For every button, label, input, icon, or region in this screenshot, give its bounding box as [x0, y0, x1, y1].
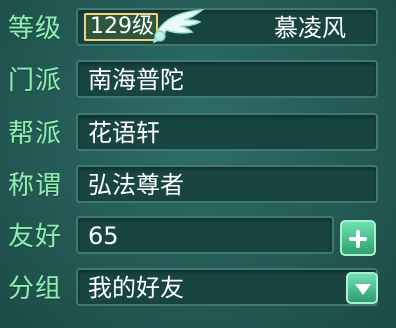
- sect-row: 门派 南海普陀: [0, 58, 396, 102]
- level-value: 129级: [84, 13, 158, 41]
- sect-label: 门派: [8, 66, 63, 96]
- wing-icon: [152, 9, 205, 44]
- add-friendship-button[interactable]: [340, 220, 376, 256]
- group-label: 分组: [8, 274, 63, 304]
- sect-field: 南海普陀: [76, 60, 378, 98]
- character-name: 慕凌风: [274, 14, 346, 42]
- friendship-row: 友好 65: [0, 214, 396, 258]
- group-select[interactable]: 我的好友: [76, 268, 378, 306]
- level-label: 等级: [8, 14, 63, 44]
- title-value: 弘法尊者: [88, 171, 184, 199]
- gang-row: 帮派 花语轩: [0, 111, 396, 155]
- friendship-field: 65: [76, 216, 334, 254]
- friendship-value: 65: [88, 222, 119, 250]
- gang-field: 花语轩: [76, 113, 378, 151]
- title-label: 称谓: [8, 171, 63, 201]
- friendship-label: 友好: [8, 222, 63, 252]
- title-field: 弘法尊者: [76, 165, 378, 203]
- group-row: 分组 我的好友: [0, 266, 396, 310]
- group-dropdown-button[interactable]: [346, 272, 378, 304]
- sect-value: 南海普陀: [88, 66, 184, 94]
- gang-value: 花语轩: [88, 119, 160, 147]
- group-value: 我的好友: [88, 274, 184, 302]
- title-row: 称谓 弘法尊者: [0, 163, 396, 207]
- level-field: 129级 慕凌风: [76, 8, 378, 46]
- level-row: 等级 129级 慕凌风: [0, 6, 396, 50]
- gang-label: 帮派: [8, 119, 63, 149]
